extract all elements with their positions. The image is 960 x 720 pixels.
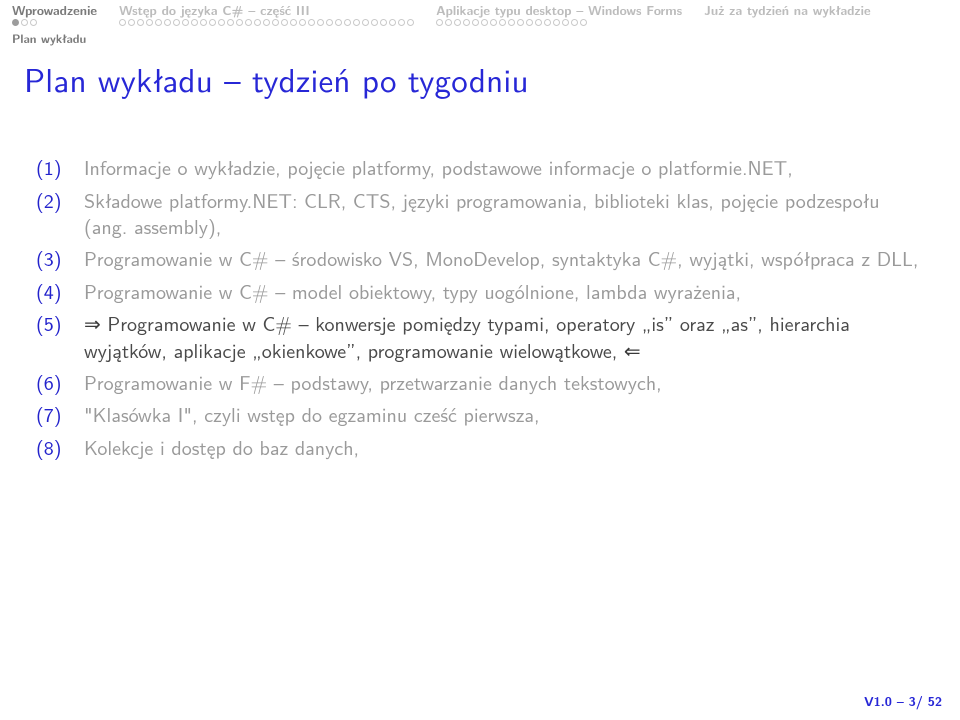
progress-dot xyxy=(12,19,19,26)
nav-bar: Wprowadzenie Wstęp do języka C# – część I… xyxy=(0,0,960,26)
progress-dot xyxy=(317,19,324,26)
progress-dot xyxy=(481,19,488,26)
progress-dot xyxy=(445,19,452,26)
progress-dot xyxy=(389,19,396,26)
plan-item-text: Informacje o wykładzie, pojęcie platform… xyxy=(84,153,793,182)
progress-dot xyxy=(21,19,28,26)
progress-dot xyxy=(463,19,470,26)
progress-dot xyxy=(326,19,333,26)
progress-dot xyxy=(236,19,243,26)
plan-item-text: Programowanie w C# – model obiektowy, ty… xyxy=(84,277,741,306)
progress-dot xyxy=(200,19,207,26)
slide-footer: V1.0 – 3/ 52 xyxy=(864,691,942,710)
progress-dot xyxy=(218,19,225,26)
arrow-left-icon: ⇐ xyxy=(617,336,640,365)
nav-item-label: Już za tydzień na wykładzie xyxy=(704,3,870,17)
progress-dot xyxy=(281,19,288,26)
progress-dot xyxy=(146,19,153,26)
nav-item-0[interactable]: Wprowadzenie xyxy=(12,3,97,26)
progress-dot xyxy=(472,19,479,26)
progress-dot xyxy=(517,19,524,26)
progress-dot xyxy=(209,19,216,26)
plan-item: Programowanie w C# – model obiektowy, ty… xyxy=(36,279,924,305)
progress-dot xyxy=(272,19,279,26)
nav-item-3[interactable]: Już za tydzień na wykładzie xyxy=(704,3,870,17)
progress-dot xyxy=(128,19,135,26)
progress-dot xyxy=(245,19,252,26)
plan-item-text: "Klasówka I", czyli wstęp do egzaminu cz… xyxy=(84,400,540,429)
slide-title: Plan wykładu – tydzień po tygodniu xyxy=(0,53,960,109)
progress-dot xyxy=(164,19,171,26)
progress-dot xyxy=(371,19,378,26)
progress-dot xyxy=(562,19,569,26)
progress-dot xyxy=(119,19,126,26)
progress-dot xyxy=(335,19,342,26)
plan-list: Informacje o wykładzie, pojęcie platform… xyxy=(36,155,924,461)
nav-progress-dots xyxy=(12,19,37,26)
progress-dot xyxy=(137,19,144,26)
nav-item-2[interactable]: Aplikacje typu desktop – Windows Forms xyxy=(436,3,682,26)
nav-item-label: Aplikacje typu desktop – Windows Forms xyxy=(436,3,682,17)
progress-dot xyxy=(182,19,189,26)
plan-item: Programowanie w F# – podstawy, przetwarz… xyxy=(36,370,924,396)
nav-item-label: Wstęp do języka C# – część III xyxy=(119,3,310,17)
progress-dot xyxy=(398,19,405,26)
plan-item: "Klasówka I", czyli wstęp do egzaminu cz… xyxy=(36,402,924,428)
progress-dot xyxy=(490,19,497,26)
plan-item: Składowe platformy.NET: CLR, CTS, języki… xyxy=(36,188,924,241)
progress-dot xyxy=(263,19,270,26)
nav-subsection: Plan wykładu xyxy=(0,26,960,53)
plan-item-text: Kolekcje i dostęp do baz danych, xyxy=(84,433,359,462)
plan-item-text: Programowanie w F# – podstawy, przetwarz… xyxy=(84,368,662,397)
progress-dot xyxy=(155,19,162,26)
progress-dot xyxy=(380,19,387,26)
slide-content: Informacje o wykładzie, pojęcie platform… xyxy=(0,109,960,461)
nav-item-1[interactable]: Wstęp do języka C# – część III xyxy=(119,3,414,26)
progress-dot xyxy=(299,19,306,26)
progress-dot xyxy=(535,19,542,26)
nav-progress-dots xyxy=(119,19,414,26)
progress-dot xyxy=(571,19,578,26)
progress-dot xyxy=(407,19,414,26)
nav-item-label: Wprowadzenie xyxy=(12,3,97,17)
progress-dot xyxy=(362,19,369,26)
progress-dot xyxy=(436,19,443,26)
progress-dot xyxy=(30,19,37,26)
progress-dot xyxy=(508,19,515,26)
progress-dot xyxy=(353,19,360,26)
plan-item-text: Programowanie w C# – środowisko VS, Mono… xyxy=(84,244,918,273)
plan-item: ⇒ Programowanie w C# – konwersje pomiędz… xyxy=(36,311,924,364)
progress-dot xyxy=(173,19,180,26)
progress-dot xyxy=(227,19,234,26)
progress-dot xyxy=(290,19,297,26)
progress-dot xyxy=(544,19,551,26)
arrow-right-icon: ⇒ xyxy=(84,309,107,338)
progress-dot xyxy=(580,19,587,26)
progress-dot xyxy=(526,19,533,26)
progress-dot xyxy=(454,19,461,26)
plan-item: Programowanie w C# – środowisko VS, Mono… xyxy=(36,246,924,272)
plan-item: Informacje o wykładzie, pojęcie platform… xyxy=(36,155,924,181)
progress-dot xyxy=(344,19,351,26)
plan-item-text: Programowanie w C# – konwersje pomiędzy … xyxy=(84,309,850,364)
plan-item: Kolekcje i dostęp do baz danych, xyxy=(36,435,924,461)
progress-dot xyxy=(499,19,506,26)
progress-dot xyxy=(308,19,315,26)
plan-item-text: Składowe platformy.NET: CLR, CTS, języki… xyxy=(84,186,880,241)
slide: Wprowadzenie Wstęp do języka C# – część I… xyxy=(0,0,960,720)
progress-dot xyxy=(254,19,261,26)
progress-dot xyxy=(191,19,198,26)
progress-dot xyxy=(553,19,560,26)
nav-progress-dots xyxy=(436,19,587,26)
